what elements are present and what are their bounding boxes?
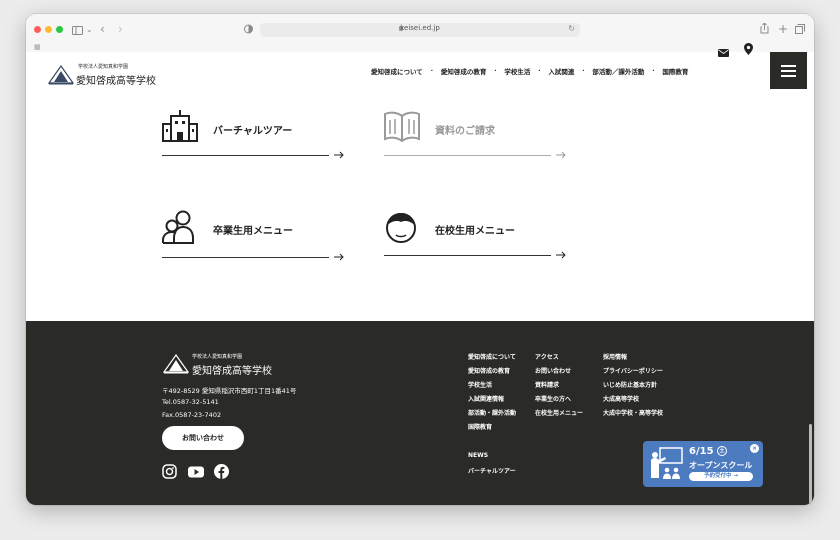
divider <box>162 257 329 258</box>
facebook-icon[interactable] <box>214 464 229 479</box>
close-icon[interactable]: × <box>750 444 759 453</box>
hamburger-line <box>781 70 796 72</box>
open-school-weekday: 土 <box>717 446 728 456</box>
footer-fax: Fax.0587-23-7402 <box>162 411 222 419</box>
student-face-icon <box>386 213 416 243</box>
chevron-down-icon[interactable]: ⌄ <box>86 24 93 36</box>
address-url: keisei.ed.jp <box>400 24 440 32</box>
footer-link-taisei-high[interactable]: 大成高等学校 <box>603 394 639 403</box>
mail-icon[interactable] <box>718 42 729 61</box>
divider <box>384 155 551 156</box>
hamburger-line <box>781 65 796 67</box>
zoom-window-button[interactable] <box>56 26 63 33</box>
footer-tel: Tel.0587-32-5141 <box>162 398 219 406</box>
map-pin-icon[interactable] <box>744 40 753 59</box>
footer-link-contact[interactable]: お問い合わせ <box>535 366 571 375</box>
youtube-icon[interactable] <box>188 464 204 479</box>
address-bar[interactable]: keisei.ed.jp ↻ <box>260 23 580 37</box>
arrow-right-icon <box>556 251 566 259</box>
main-nav: 愛知啓成について ・ 愛知啓成の教育 ・ 学校生活 ・ 入試関連 ・ 部活動／課… <box>366 66 693 78</box>
open-book-icon <box>384 111 420 142</box>
share-icon[interactable] <box>760 22 769 36</box>
arrow-right-icon <box>334 151 344 159</box>
nav-club-activities[interactable]: 部活動／課外活動 <box>587 66 649 78</box>
school-building-icon <box>162 110 198 142</box>
reload-icon[interactable]: ↻ <box>568 24 575 33</box>
browser-window: ⌄ ‹ › keisei.ed.jp ↻ + ▦ 学校法人愛知真和学園 愛知啓成… <box>26 14 814 505</box>
reservation-pill[interactable]: 予約受付中 → <box>689 472 753 481</box>
footer-link-news[interactable]: NEWS <box>468 452 488 459</box>
instagram-icon[interactable] <box>162 464 177 479</box>
school-emblem-icon <box>48 65 74 85</box>
back-icon[interactable]: ‹ <box>100 23 105 35</box>
hamburger-menu-button[interactable] <box>770 52 807 89</box>
arrow-right-icon <box>556 151 566 159</box>
nav-separator: ・ <box>650 68 657 75</box>
browser-toolbar: ⌄ ‹ › keisei.ed.jp ↻ + ▦ <box>26 14 814 53</box>
site-logo[interactable]: 学校法人愛知真和学園 愛知啓成高等学校 <box>46 61 166 91</box>
nav-school-life[interactable]: 学校生活 <box>499 66 535 78</box>
footer-link-student-menu[interactable]: 在校生用メニュー <box>535 408 583 417</box>
logo-title: 愛知啓成高等学校 <box>76 76 156 87</box>
student-menu-label: 在校生用メニュー <box>435 226 515 237</box>
footer-link-international[interactable]: 国際教育 <box>468 422 492 431</box>
nav-separator: ・ <box>428 68 435 75</box>
footer-link-privacy[interactable]: プライバシーポリシー <box>603 366 663 375</box>
school-emblem-icon[interactable] <box>163 354 189 374</box>
footer-link-virtual-tour[interactable]: バーチャルツアー <box>468 466 516 475</box>
nav-education[interactable]: 愛知啓成の教育 <box>436 66 492 78</box>
student-menu-link[interactable]: 在校生用メニュー <box>384 210 566 264</box>
alumni-menu-link[interactable]: 卒業生用メニュー <box>162 210 344 264</box>
footer-link-brochure[interactable]: 資料請求 <box>535 380 559 389</box>
nav-separator: ・ <box>536 68 543 75</box>
open-school-banner[interactable]: 6/15 土 オープンスクール 予約受付中 → × <box>643 441 763 487</box>
nav-about[interactable]: 愛知啓成について <box>366 66 428 78</box>
people-group-icon <box>162 210 194 244</box>
open-school-date: 6/15 土 <box>689 446 728 457</box>
virtual-tour-link[interactable]: バーチャルツアー <box>162 110 344 162</box>
brochure-request-link[interactable]: 資料のご請求 <box>384 110 566 162</box>
site-header: 学校法人愛知真和学園 愛知啓成高等学校 愛知啓成について ・ 愛知啓成の教育 ・… <box>26 52 814 104</box>
minimize-window-button[interactable] <box>45 26 52 33</box>
close-window-button[interactable] <box>34 26 41 33</box>
footer-logo-subtitle: 学校法人愛知真和学園 <box>192 354 243 360</box>
footer-link-education[interactable]: 愛知啓成の教育 <box>468 366 510 375</box>
logo-subtitle: 学校法人愛知真和学園 <box>78 64 129 70</box>
arrow-right-icon <box>334 253 344 261</box>
alumni-menu-label: 卒業生用メニュー <box>213 226 293 237</box>
footer-link-taisei-junior-high[interactable]: 大成中学校・高等学校 <box>603 408 663 417</box>
footer-logo-title: 愛知啓成高等学校 <box>192 366 272 377</box>
nav-admissions[interactable]: 入試関連 <box>543 66 579 78</box>
privacy-shield-icon[interactable] <box>244 24 253 36</box>
open-school-title: オープンスクール <box>689 461 753 470</box>
footer-link-anti-bullying[interactable]: いじめ防止基本方針 <box>603 380 657 389</box>
teacher-presentation-icon <box>651 447 683 479</box>
divider <box>162 155 329 156</box>
nav-international[interactable]: 国際教育 <box>657 66 693 78</box>
contact-button[interactable]: お問い合わせ <box>162 426 244 450</box>
forward-icon[interactable]: › <box>118 23 123 35</box>
nav-separator: ・ <box>580 68 587 75</box>
nav-separator: ・ <box>492 68 499 75</box>
footer-link-recruitment[interactable]: 採用情報 <box>603 352 627 361</box>
brochure-request-label: 資料のご請求 <box>435 126 495 137</box>
footer-link-about[interactable]: 愛知啓成について <box>468 352 516 361</box>
footer-link-admissions[interactable]: 入試関連情報 <box>468 394 504 403</box>
new-tab-icon[interactable]: + <box>778 23 788 35</box>
tab-overview-icon[interactable] <box>795 24 805 36</box>
footer-address: 〒492-8529 愛知県稲沢市西町1丁目1番41号 <box>162 387 297 395</box>
footer-link-alumni[interactable]: 卒業生の方へ <box>535 394 571 403</box>
open-school-date-value: 6/15 <box>689 446 714 457</box>
hamburger-line <box>781 75 796 77</box>
footer-link-school-life[interactable]: 学校生活 <box>468 380 492 389</box>
divider <box>384 255 551 256</box>
virtual-tour-label: バーチャルツアー <box>213 126 293 137</box>
footer-link-access[interactable]: アクセス <box>535 352 559 361</box>
footer-link-club-activities[interactable]: 部活動・課外活動 <box>468 408 516 417</box>
sidebar-toggle-icon[interactable] <box>72 25 83 37</box>
page-scrollbar[interactable] <box>809 424 812 504</box>
